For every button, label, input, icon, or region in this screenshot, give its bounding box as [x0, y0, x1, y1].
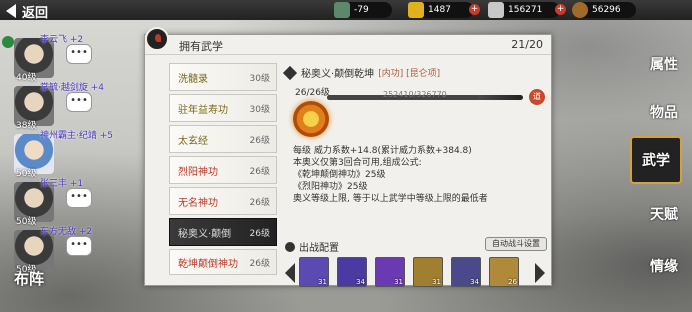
back-button[interactable]: 返回	[4, 1, 48, 21]
status-dot-icon	[2, 36, 14, 48]
tab-talent[interactable]: 天赋	[640, 190, 688, 238]
resource-value: 1487	[428, 5, 451, 15]
skill-level: 26级	[249, 197, 270, 208]
resource-coin[interactable]: 56296	[572, 2, 636, 18]
scroll-icon	[334, 2, 350, 18]
skill-item[interactable]: 太玄经 26级	[169, 125, 277, 153]
skill-slot[interactable]: 34	[451, 257, 481, 287]
formation-button[interactable]: 布阵	[14, 268, 44, 289]
tab-attributes[interactable]: 属性	[640, 40, 688, 88]
skill-name: 驻年益寿功	[178, 104, 228, 116]
description-line: 《乾坤颠倒神功》25级	[293, 170, 386, 180]
slot-level: 31	[394, 278, 403, 286]
back-arrow-icon	[6, 4, 16, 18]
skill-level: 30级	[249, 104, 270, 115]
character-item[interactable]: 掌毓·越剑旋 +4 38级 •••	[0, 82, 104, 131]
chevron-left-icon[interactable]	[285, 263, 295, 283]
chat-bubble-icon[interactable]: •••	[66, 236, 92, 256]
skill-item[interactable]: 洗髓录 30级	[169, 63, 277, 91]
slot-level: 34	[356, 278, 365, 286]
skill-level: 26级	[249, 135, 270, 146]
resource-value: 56296	[592, 5, 621, 15]
character-item[interactable]: 张三丰 +1 50级 •••	[0, 178, 92, 227]
skill-slots: 31 34 31 31 34 26	[281, 257, 547, 291]
skill-level: 26级	[249, 258, 270, 269]
character-item[interactable]: 李云飞 +2 40级 •••	[0, 34, 92, 83]
skill-list: 洗髓录 30级 驻年益寿功 30级 太玄经 26级 烈阳神功 26级 无名神功 …	[169, 63, 277, 288]
detail-header: 秘奥义·颠倒乾坤 [内功] [昆仑项]	[282, 65, 441, 80]
character-item[interactable]: 东方无敌 +2 50级 •••	[0, 226, 92, 275]
top-bar: 返回 -79 1487 + 156271 + 56296	[0, 0, 692, 21]
skill-item[interactable]: 驻年益寿功 30级	[169, 94, 277, 122]
chat-bubble-icon[interactable]: •••	[66, 188, 92, 208]
description-line: 奥义等级上限, 等于以上武学中等级上限的最低者	[293, 194, 488, 204]
add-silver-icon[interactable]: +	[555, 4, 566, 15]
silver-icon	[488, 2, 504, 18]
skill-detail: 秘奥义·颠倒乾坤 [内功] [昆仑项] 26/26级 252410/326770…	[282, 65, 549, 287]
detail-skill-tag: [内功] [昆仑项]	[378, 69, 441, 79]
skill-level: 30级	[249, 73, 270, 84]
coin-icon	[572, 2, 588, 18]
skill-slot[interactable]: 31	[375, 257, 405, 287]
skill-name: 太玄经	[178, 135, 208, 147]
auto-battle-settings-button[interactable]: 自动战斗设置	[485, 237, 547, 251]
skill-name: 烈阳神功	[178, 166, 218, 178]
slot-level: 26	[508, 278, 517, 286]
description-line: 每级 威力系数+14.8(累计威力系数+384.8)	[293, 146, 472, 156]
skill-item[interactable]: 无名神功 26级	[169, 187, 277, 215]
ink-logo-icon	[145, 27, 169, 51]
slot-level: 34	[470, 278, 479, 286]
skill-slot[interactable]: 31	[299, 257, 329, 287]
battle-config-label: 出战配置	[299, 243, 339, 254]
detail-description: 每级 威力系数+14.8(累计威力系数+384.8) 本奥义仅第3回合可用,组成…	[293, 145, 543, 205]
resource-silver[interactable]: 156271 +	[488, 2, 566, 18]
martial-arts-panel: 拥有武学 21/20 洗髓录 30级 驻年益寿功 30级 太玄经 26级 烈阳神…	[144, 27, 552, 288]
dot-icon	[285, 241, 295, 252]
resource-scroll[interactable]: -79	[334, 2, 392, 18]
skill-slot[interactable]: 34	[337, 257, 367, 287]
character-item-selected[interactable]: 神州霸主·纪靖 +5 50级	[0, 130, 113, 179]
skill-item[interactable]: 烈阳神功 26级	[169, 156, 277, 184]
chat-bubble-icon[interactable]: •••	[66, 44, 92, 64]
skill-name: 洗髓录	[178, 73, 208, 85]
skill-name: 无名神功	[178, 197, 218, 209]
exp-progress-text: 252410/326770	[383, 90, 447, 99]
detail-skill-name: 秘奥义·颠倒乾坤	[301, 69, 375, 80]
upgrade-button[interactable]: 道	[529, 89, 545, 105]
add-gold-icon[interactable]: +	[469, 4, 480, 15]
description-line: 本奥义仅第3回合可用,组成公式:	[293, 158, 422, 168]
level-area: 26/26级 252410/326770 道	[283, 83, 549, 141]
chat-bubble-icon[interactable]: •••	[66, 92, 92, 112]
skill-count: 21/20	[511, 38, 543, 51]
back-label: 返回	[22, 5, 49, 21]
tab-items[interactable]: 物品	[640, 88, 688, 136]
skill-slot[interactable]: 31	[413, 257, 443, 287]
tab-bond[interactable]: 情缘	[640, 242, 688, 290]
battle-config-header: 出战配置	[283, 239, 339, 254]
skill-level: 26级	[249, 228, 270, 239]
resource-value: -79	[354, 5, 369, 15]
side-tabs: 属性 物品 武学 天赋 情缘	[630, 40, 692, 312]
diamond-icon	[282, 65, 298, 80]
skill-slot[interactable]: 26	[489, 257, 519, 287]
slot-level: 31	[432, 278, 441, 286]
resource-gold[interactable]: 1487 +	[408, 2, 480, 18]
skill-name: 秘奥义·颠倒	[178, 228, 232, 240]
character-name: 神州霸主·纪靖 +5	[40, 131, 113, 141]
chevron-right-icon[interactable]	[535, 263, 545, 283]
description-line: 《烈阳神功》25级	[293, 182, 368, 192]
skill-item[interactable]: 乾坤颠倒神功 26级	[169, 249, 277, 275]
resource-value: 156271	[508, 5, 543, 15]
slot-level: 31	[318, 278, 327, 286]
skill-name: 乾坤颠倒神功	[178, 258, 238, 270]
skill-item-selected[interactable]: 秘奥义·颠倒 26级	[169, 218, 277, 246]
panel-header: 拥有武学 21/20	[145, 27, 551, 55]
skill-orb-icon	[293, 101, 329, 137]
detail-level: 26/26级	[295, 88, 330, 98]
gold-icon	[408, 2, 424, 18]
skill-level: 26级	[249, 166, 270, 177]
panel-title: 拥有武学	[179, 40, 223, 53]
tab-martial-arts[interactable]: 武学	[630, 136, 682, 184]
